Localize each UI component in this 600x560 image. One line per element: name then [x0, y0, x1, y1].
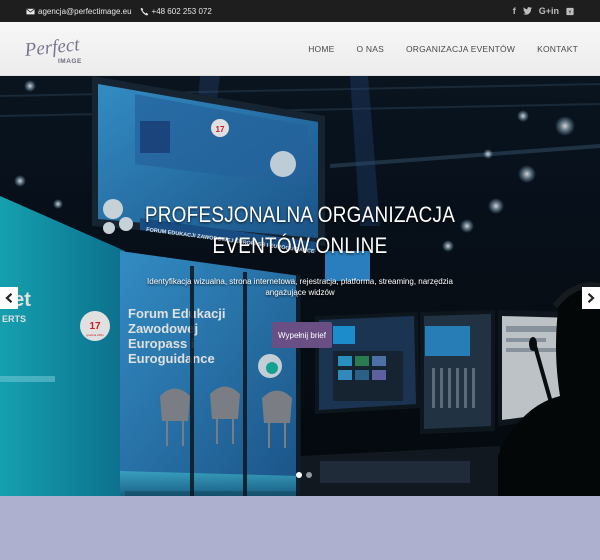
- lower-section-band: [0, 496, 600, 560]
- email-link[interactable]: agencja@perfectimage.eu: [26, 7, 132, 16]
- hero-subtitle: Identyfikacja wizualna, strona interneto…: [147, 277, 453, 297]
- slider-pagination: [296, 472, 316, 478]
- hero-title: PROFESJONALNA ORGANIZACJA EVENTÓW ONLINE: [42, 199, 558, 261]
- phone-text: +48 602 253 072: [151, 6, 212, 16]
- nav-about[interactable]: O NAS: [357, 44, 384, 54]
- email-text: agencja@perfectimage.eu: [38, 6, 132, 16]
- slider-dot-1[interactable]: [296, 472, 302, 478]
- facebook-icon[interactable]: f: [513, 6, 516, 16]
- nav-home[interactable]: HOME: [308, 44, 334, 54]
- chevron-left-icon: [5, 293, 13, 303]
- slider-next-button[interactable]: [582, 287, 600, 309]
- fill-brief-button[interactable]: Wypełnij brief: [272, 322, 332, 348]
- svg-text:Y: Y: [569, 9, 572, 14]
- slider-dot-2[interactable]: [306, 472, 312, 478]
- hero-title-line-1: PROFESJONALNA ORGANIZACJA: [144, 201, 456, 227]
- google-plus-icon[interactable]: G+in: [539, 6, 559, 16]
- slider-prev-button[interactable]: [0, 287, 18, 309]
- main-navigation: HOME O NAS ORGANIZACJA EVENTÓW KONTAKT: [286, 22, 578, 76]
- hero-title-line-2: EVENTÓW ONLINE: [212, 232, 388, 258]
- youtube-icon[interactable]: Y: [566, 7, 574, 16]
- logo[interactable]: Perfect IMAGE: [24, 31, 86, 67]
- twitter-icon[interactable]: [522, 7, 532, 15]
- nav-contact[interactable]: KONTAKT: [537, 44, 578, 54]
- site-header: Perfect IMAGE HOME O NAS ORGANIZACJA EVE…: [0, 22, 600, 76]
- hero-slider: vet ERTS 17 grudnia 2021 Forum Edukacji …: [0, 76, 600, 496]
- top-bar: agencja@perfectimage.eu +48 602 253 072 …: [0, 0, 600, 22]
- phone-icon: [140, 7, 148, 15]
- phone-link[interactable]: +48 602 253 072: [140, 7, 212, 16]
- social-links: f G+in Y: [506, 6, 574, 16]
- chevron-right-icon: [587, 293, 595, 303]
- envelope-icon: [26, 8, 35, 14]
- logo-word: IMAGE: [58, 58, 82, 65]
- nav-event-organization[interactable]: ORGANIZACJA EVENTÓW: [406, 44, 515, 54]
- contact-info: agencja@perfectimage.eu +48 602 253 072: [26, 7, 220, 16]
